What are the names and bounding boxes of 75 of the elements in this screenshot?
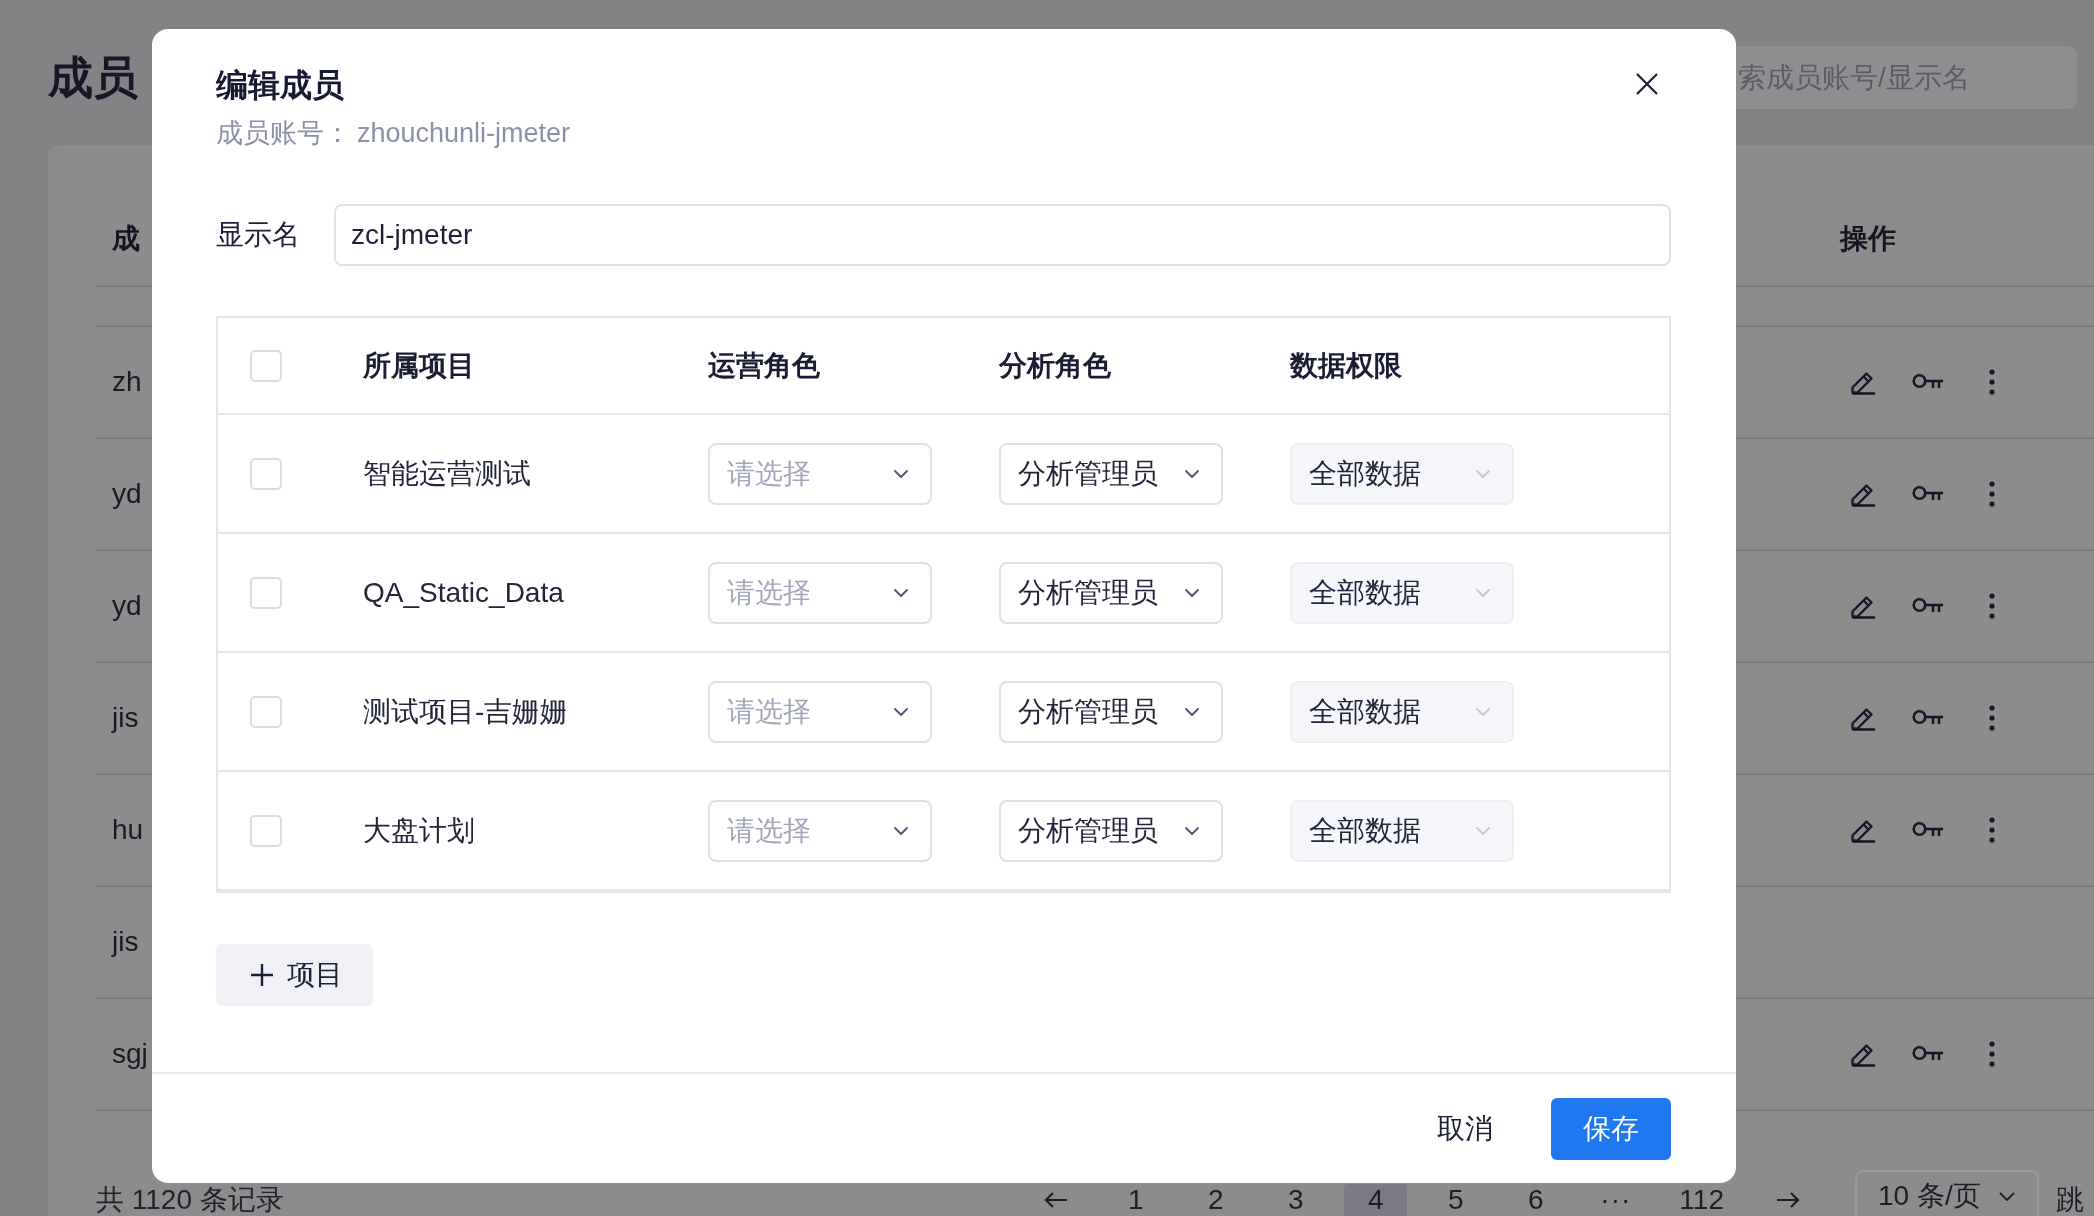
page-title: 成员 bbox=[48, 50, 138, 105]
chevron-down-icon bbox=[894, 826, 908, 835]
more-icon[interactable] bbox=[1989, 593, 1995, 619]
column-header: 操作 bbox=[1840, 222, 1896, 256]
chevron-down-icon bbox=[1185, 469, 1199, 478]
more-icon[interactable] bbox=[1989, 481, 1995, 507]
page-number[interactable]: 5 bbox=[1424, 1184, 1488, 1216]
display-name-input[interactable]: zcl-jmeter bbox=[334, 204, 1671, 266]
arrow-right-icon[interactable] bbox=[1775, 1191, 1800, 1209]
project-name: 测试项目-吉姗姗 bbox=[363, 694, 569, 729]
account-cell: jis bbox=[112, 926, 139, 958]
analysis-role-dropdown[interactable]: 分析管理员 bbox=[999, 799, 1223, 862]
analysis-role-dropdown[interactable]: 分析管理员 bbox=[999, 561, 1223, 624]
page-number[interactable]: 2 bbox=[1184, 1184, 1248, 1216]
close-icon[interactable] bbox=[1636, 73, 1658, 95]
column-header: 分析角色 bbox=[999, 348, 1111, 383]
more-icon[interactable] bbox=[1989, 369, 1995, 395]
save-button[interactable]: 保存 bbox=[1551, 1097, 1671, 1160]
plus-icon bbox=[251, 964, 273, 986]
project-name: 大盘计划 bbox=[363, 813, 475, 848]
chevron-down-icon bbox=[1476, 588, 1490, 597]
field-label: 显示名 bbox=[216, 218, 300, 252]
more-icon[interactable] bbox=[1989, 1041, 1995, 1067]
page-number[interactable]: 4 bbox=[1344, 1184, 1408, 1216]
column-header: 成 bbox=[112, 222, 140, 256]
pencil-icon[interactable] bbox=[1850, 481, 1876, 507]
total-count: 共 1120 条记录 bbox=[96, 1184, 284, 1216]
chevron-down-icon bbox=[894, 588, 908, 597]
more-icon[interactable] bbox=[1989, 817, 1995, 843]
jump-label: 跳 bbox=[2056, 1184, 2084, 1216]
pencil-icon[interactable] bbox=[1850, 817, 1876, 843]
analysis-role-dropdown[interactable]: 分析管理员 bbox=[999, 442, 1223, 505]
chevron-down-icon bbox=[894, 469, 908, 478]
pencil-icon[interactable] bbox=[1850, 593, 1876, 619]
checkbox[interactable] bbox=[250, 814, 282, 847]
column-header: 数据权限 bbox=[1290, 348, 1402, 383]
page-number[interactable]: 112 bbox=[1664, 1184, 1739, 1216]
chevron-down-icon bbox=[1185, 588, 1199, 597]
chevron-down-icon bbox=[1185, 826, 1199, 835]
cancel-button[interactable]: 取消 bbox=[1413, 1097, 1517, 1160]
account-cell: hu bbox=[112, 814, 144, 846]
page-number[interactable]: 6 bbox=[1504, 1184, 1568, 1216]
account-value: zhouchunli-jmeter bbox=[357, 117, 571, 150]
account-cell: yd bbox=[112, 478, 142, 510]
pencil-icon[interactable] bbox=[1850, 1041, 1876, 1067]
account-cell: jis bbox=[112, 702, 139, 734]
account-cell: yd bbox=[112, 590, 142, 622]
chevron-down-icon bbox=[1476, 707, 1490, 716]
page-number[interactable]: 1 bbox=[1104, 1184, 1168, 1216]
account-cell: sgj bbox=[112, 1038, 148, 1070]
page-ellipsis[interactable]: ··· bbox=[1584, 1184, 1648, 1216]
pencil-icon[interactable] bbox=[1850, 705, 1876, 731]
chevron-down-icon bbox=[1999, 1191, 2015, 1201]
column-header: 所属项目 bbox=[363, 348, 475, 383]
checkbox[interactable] bbox=[250, 576, 282, 609]
checkbox[interactable] bbox=[250, 349, 282, 382]
project-name: QA_Static_Data bbox=[363, 576, 564, 609]
checkbox[interactable] bbox=[250, 457, 282, 490]
project-name: 智能运营测试 bbox=[363, 456, 531, 491]
more-icon[interactable] bbox=[1989, 705, 1995, 731]
arrow-left-icon[interactable] bbox=[1043, 1191, 1068, 1209]
chevron-down-icon bbox=[1185, 707, 1199, 716]
chevron-down-icon bbox=[1476, 469, 1490, 478]
chevron-down-icon bbox=[894, 707, 908, 716]
page-size-select[interactable]: 10 条/页 bbox=[1855, 1170, 2039, 1216]
analysis-role-dropdown[interactable]: 分析管理员 bbox=[999, 680, 1223, 743]
column-header: 运营角色 bbox=[708, 348, 820, 383]
account-cell: zh bbox=[112, 366, 142, 398]
page-number[interactable]: 3 bbox=[1264, 1184, 1328, 1216]
chevron-down-icon bbox=[1476, 826, 1490, 835]
add-project-button[interactable]: 项目 bbox=[216, 944, 373, 1006]
account-label: 成员账号： bbox=[216, 117, 351, 150]
dialog-title: 编辑成员 bbox=[216, 66, 344, 105]
pencil-icon[interactable] bbox=[1850, 369, 1876, 395]
checkbox[interactable] bbox=[250, 695, 282, 728]
